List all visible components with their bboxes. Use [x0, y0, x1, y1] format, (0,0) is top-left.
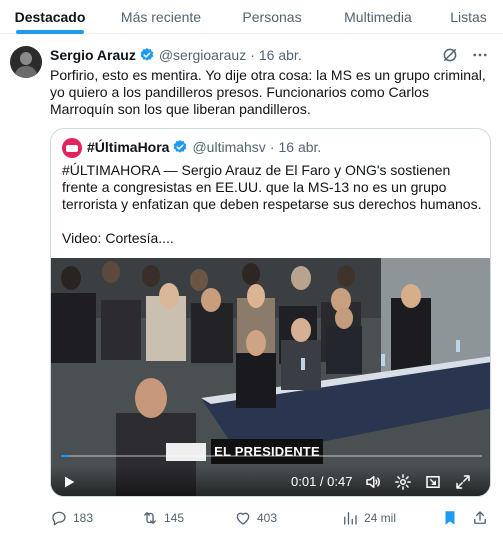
- tweet-date[interactable]: 16 abr.: [259, 47, 302, 63]
- bookmark-button[interactable]: [441, 508, 464, 528]
- repost-icon: [144, 512, 156, 524]
- settings-gear-icon[interactable]: [394, 473, 412, 491]
- reply-button[interactable]: 183: [50, 508, 93, 528]
- verified-badge-icon: [174, 140, 187, 153]
- tab-listas[interactable]: Listas: [434, 0, 503, 34]
- avatar-body: [15, 66, 37, 78]
- quote-author-name[interactable]: #ÚltimaHora: [87, 139, 169, 155]
- tab-label: Listas: [450, 9, 487, 25]
- views-icon: [344, 512, 357, 525]
- tab-destacado[interactable]: Destacado: [0, 0, 100, 34]
- tab-bar: Destacado Más reciente Personas Multimed…: [0, 0, 503, 34]
- tweet-text: Porfirio, esto es mentira. Yo dije otra …: [50, 67, 486, 117]
- repost-count: 145: [164, 511, 185, 525]
- quote-text: #ÚLTIMAHORA — Sergio Arauz de El Faro y …: [62, 162, 482, 246]
- tab-multimedia[interactable]: Multimedia: [322, 0, 434, 34]
- fullscreen-icon[interactable]: [454, 473, 472, 491]
- share-button[interactable]: [471, 508, 494, 528]
- tab-label: Destacado: [14, 9, 86, 25]
- quote-avatar-logo: [66, 144, 78, 152]
- tweet-header: Sergio Arauz @sergioarauz · 16 abr.: [50, 46, 302, 64]
- more-dots-icon[interactable]: [470, 46, 490, 64]
- video-player[interactable]: EL PRESIDENTE 0:01 / 0:47: [51, 258, 490, 496]
- quote-author-handle[interactable]: @ultimahsv: [192, 139, 265, 155]
- quote-date[interactable]: 16 abr.: [278, 139, 321, 155]
- like-button[interactable]: 403: [234, 508, 277, 528]
- video-progress-fill: [61, 455, 70, 457]
- author-handle[interactable]: @sergioarauz: [159, 47, 246, 63]
- tab-mas-reciente[interactable]: Más reciente: [100, 0, 222, 34]
- like-count: 403: [257, 511, 278, 525]
- volume-icon[interactable]: [364, 473, 382, 491]
- active-tab-indicator: [16, 30, 84, 34]
- verified-badge-icon: [140, 48, 154, 61]
- author-name[interactable]: Sergio Arauz: [50, 47, 136, 63]
- video-progress-bar[interactable]: [61, 455, 482, 457]
- separator-dot: ·: [269, 139, 275, 155]
- heart-icon: [236, 512, 250, 525]
- avatar[interactable]: [10, 46, 42, 78]
- quoted-tweet[interactable]: #ÚltimaHora @ultimahsv · 16 abr. #ÚLTIMA…: [50, 128, 491, 497]
- tab-label: Personas: [242, 9, 302, 25]
- reply-count: 183: [73, 511, 94, 525]
- picture-in-picture-icon[interactable]: [424, 473, 442, 491]
- play-icon[interactable]: [61, 474, 77, 490]
- tab-personas[interactable]: Personas: [222, 0, 322, 34]
- grok-icon[interactable]: [441, 46, 459, 64]
- quote-header: #ÚltimaHora @ultimahsv · 16 abr.: [87, 137, 321, 157]
- reply-icon: [52, 511, 66, 526]
- repost-button[interactable]: 145: [141, 508, 184, 528]
- view-count: 24 mil: [364, 511, 397, 525]
- bookmark-icon: [445, 511, 455, 525]
- tab-label: Multimedia: [344, 9, 412, 25]
- separator-dot: ·: [250, 47, 255, 63]
- video-time: 0:01 / 0:47: [291, 474, 353, 489]
- tab-label: Más reciente: [120, 9, 202, 25]
- video-caption: EL PRESIDENTE: [211, 439, 323, 464]
- share-icon: [474, 511, 486, 524]
- views-button[interactable]: 24 mil: [341, 508, 396, 528]
- action-bar: 183 145 403 24 mil: [50, 508, 491, 528]
- avatar-head: [20, 52, 32, 65]
- quote-avatar[interactable]: [62, 138, 82, 158]
